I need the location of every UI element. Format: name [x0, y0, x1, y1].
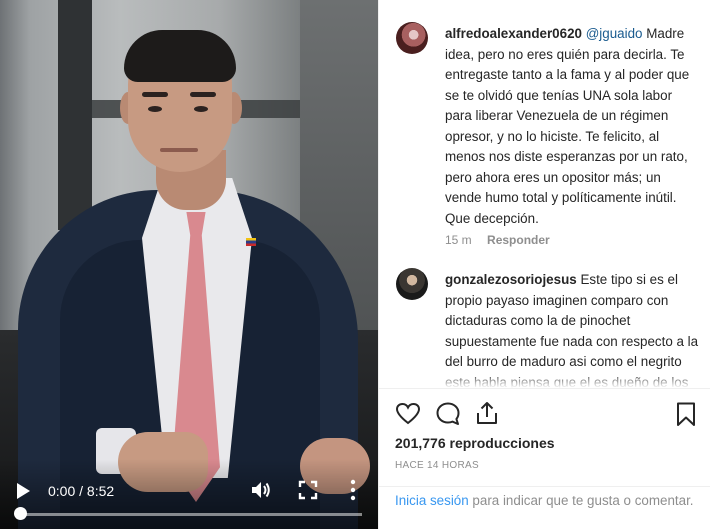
heart-icon[interactable] — [395, 401, 421, 427]
post-actions: 201,776 reproducciones HACE 14 HORAS — [379, 388, 710, 486]
mouth — [160, 148, 198, 152]
comments-list[interactable]: alfredoalexander0620 @jguaido Madre idea… — [379, 0, 710, 388]
comments-fade — [379, 372, 710, 388]
hair — [124, 30, 236, 82]
play-icon[interactable] — [14, 482, 32, 500]
video-subject — [0, 0, 378, 529]
comment: gonzalezosoriojesus Este tipo si es el p… — [445, 270, 699, 388]
bookmark-icon[interactable] — [673, 401, 699, 427]
flag-pin — [246, 238, 256, 246]
volume-icon[interactable] — [250, 479, 272, 501]
avatar[interactable] — [396, 22, 428, 54]
comment-meta: 15 m Responder — [445, 233, 562, 247]
eye-left — [148, 106, 162, 112]
login-prompt-text: para indicar que te gusta o comentar. — [468, 493, 694, 508]
reply-button[interactable]: Responder — [487, 233, 550, 247]
comment: alfredoalexander0620 @jguaido Madre idea… — [445, 24, 699, 229]
fullscreen-icon[interactable] — [298, 480, 318, 500]
login-link[interactable]: Inicia sesión — [395, 493, 469, 508]
comment-icon[interactable] — [435, 401, 461, 427]
post-sidebar: alfredoalexander0620 @jguaido Madre idea… — [378, 0, 710, 529]
more-options-icon[interactable] — [348, 478, 358, 502]
time-display: 0:00 / 8:52 — [48, 483, 115, 499]
video-player[interactable]: 0:00 / 8:52 — [0, 0, 378, 529]
video-progress-handle[interactable] — [14, 507, 27, 520]
share-icon[interactable] — [474, 400, 500, 426]
view-count[interactable]: 201,776 reproducciones — [395, 435, 555, 451]
brow-right — [190, 92, 216, 97]
avatar[interactable] — [396, 268, 428, 300]
login-prompt: Inicia sesión para indicar que te gusta … — [379, 486, 710, 529]
comment-body: Madre idea, pero no eres quién para deci… — [445, 26, 690, 226]
comment-username[interactable]: gonzalezosoriojesus — [445, 272, 577, 287]
post-timestamp[interactable]: HACE 14 HORAS — [395, 460, 479, 471]
video-progress-bar[interactable] — [20, 513, 362, 516]
comment-body: Este tipo si es el propio payaso imagine… — [445, 272, 699, 388]
brow-left — [142, 92, 168, 97]
comment-username[interactable]: alfredoalexander0620 — [445, 26, 582, 41]
comment-age: 15 m — [445, 233, 472, 247]
comment-mention[interactable]: @jguaido — [586, 26, 643, 41]
eye-right — [194, 106, 208, 112]
